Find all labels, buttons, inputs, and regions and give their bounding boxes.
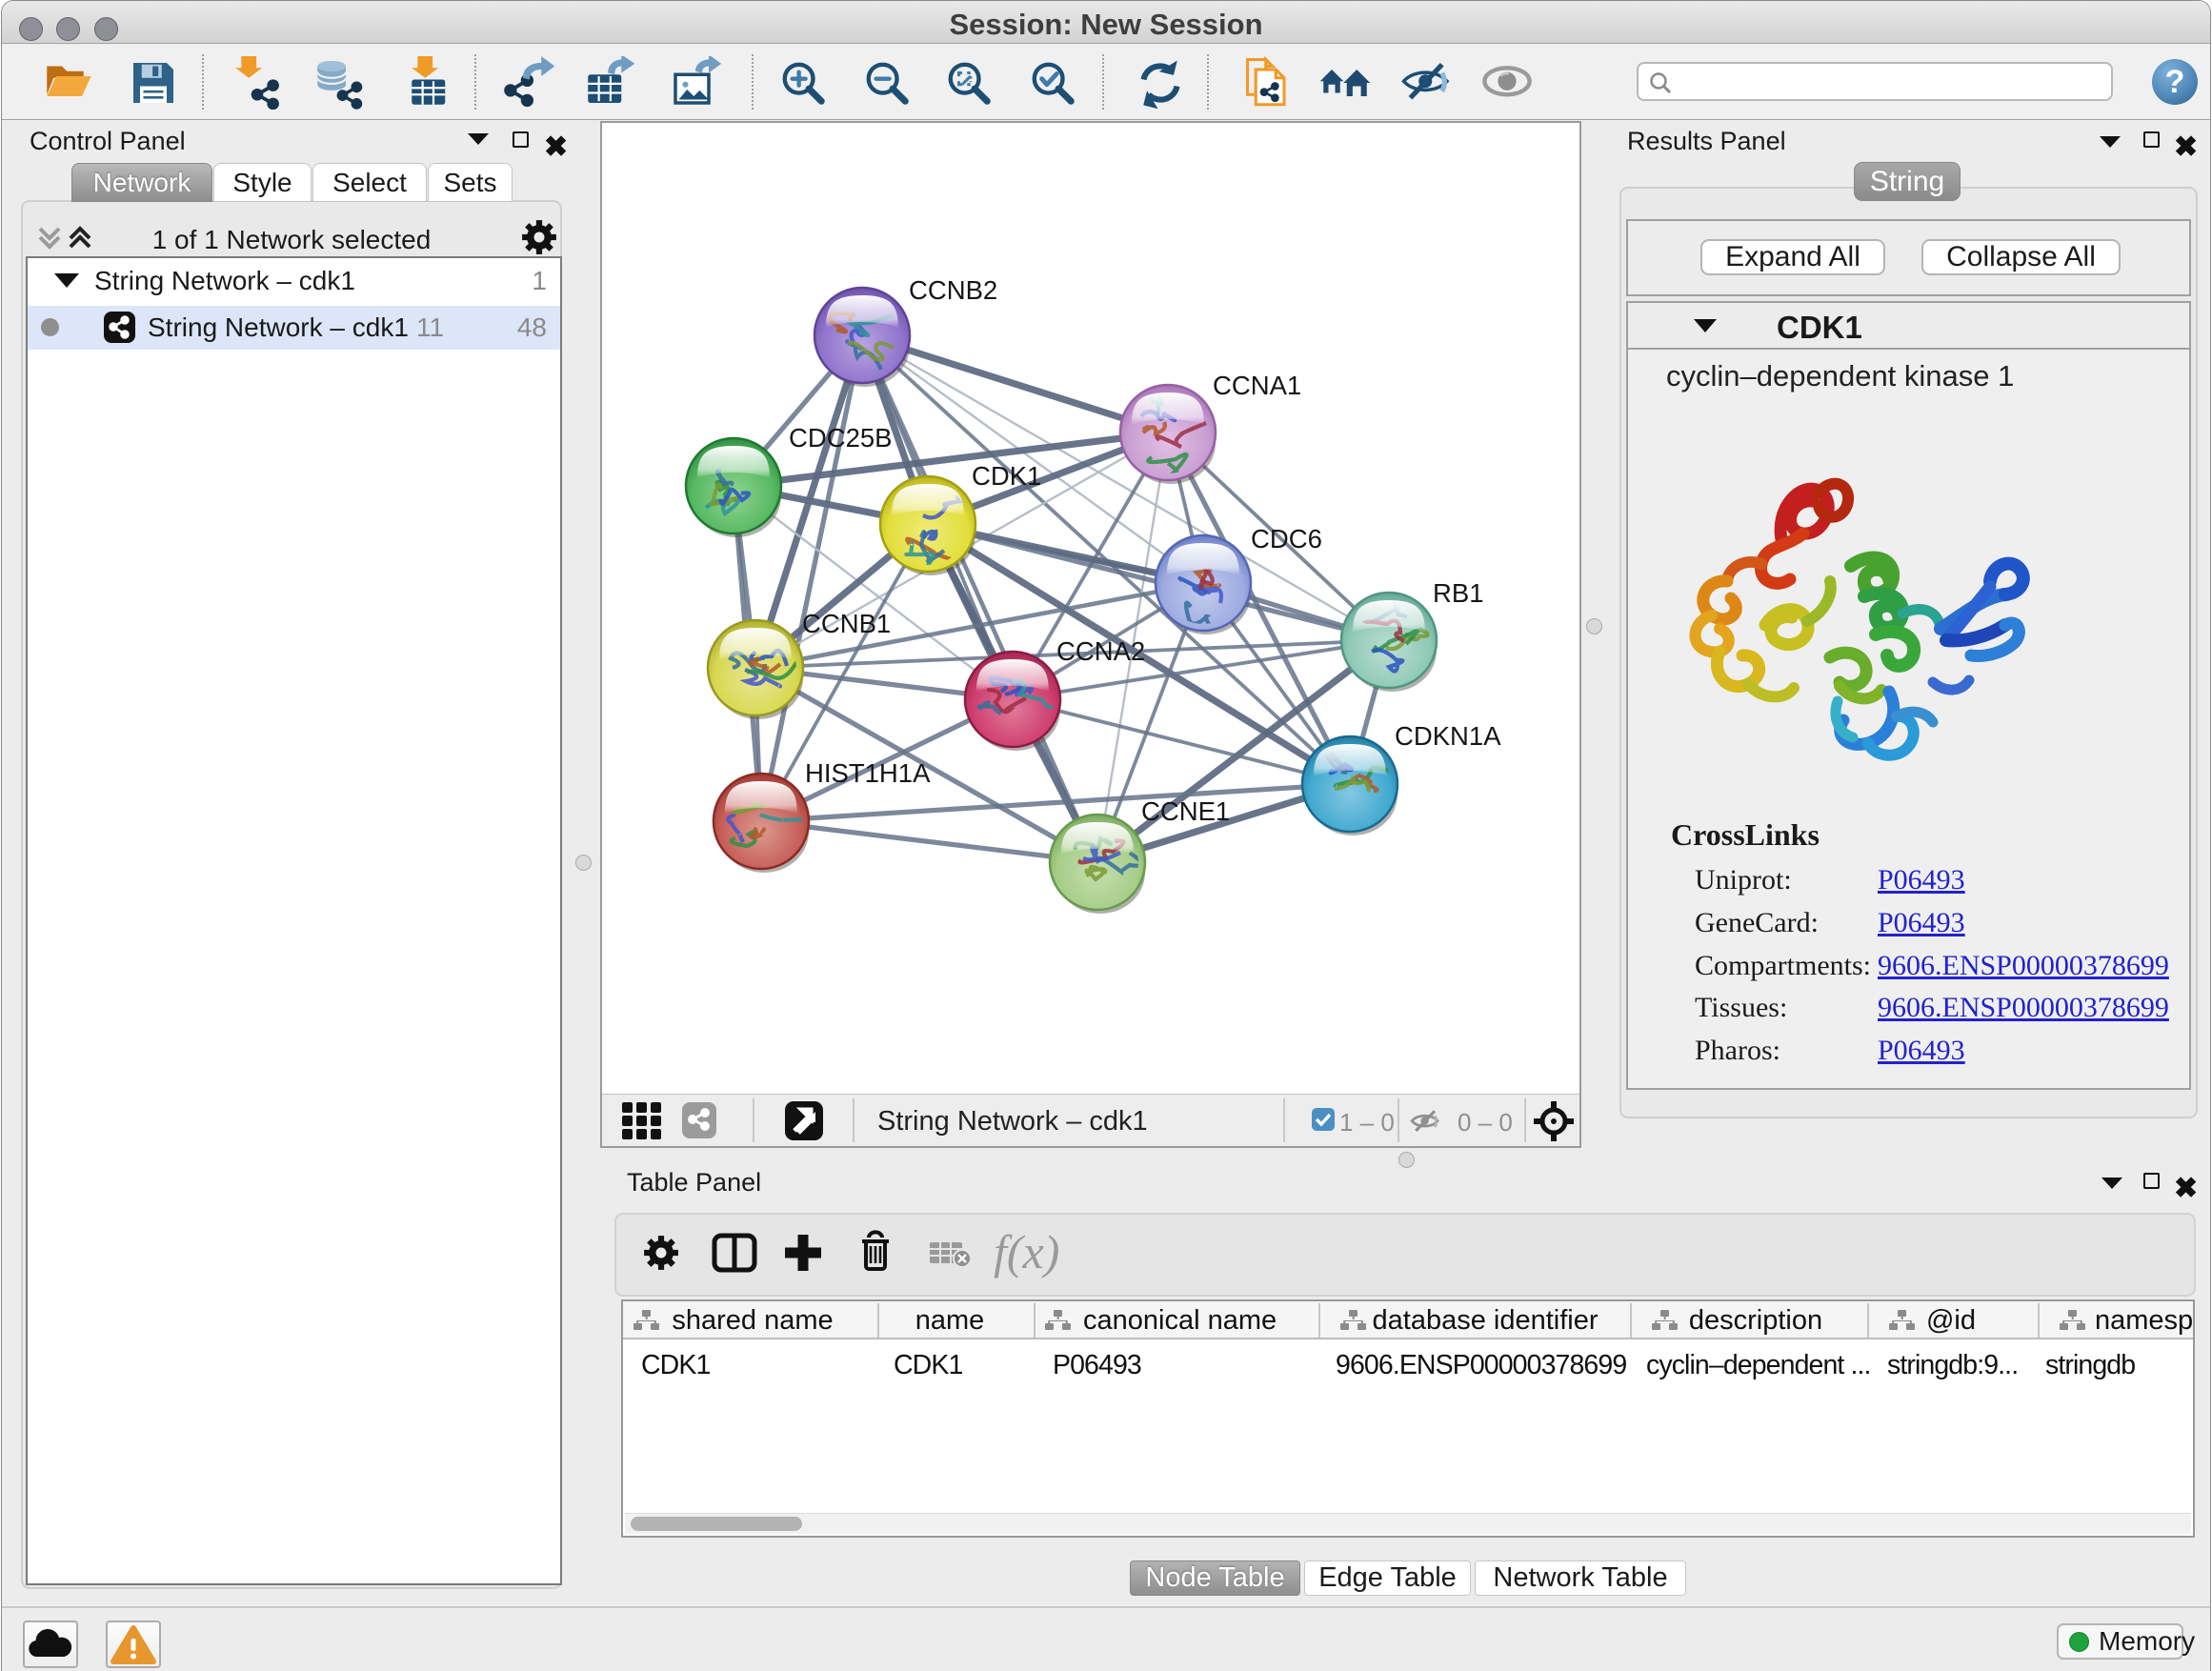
svg-text:CCNA1: CCNA1 [1213,371,1301,400]
svg-text:CCNA2: CCNA2 [1056,636,1145,666]
svg-text:CDC25B: CDC25B [789,423,893,453]
svg-text:CDC6: CDC6 [1251,524,1322,554]
svg-text:CCNE1: CCNE1 [1141,796,1230,826]
svg-text:CDKN1A: CDKN1A [1395,721,1501,751]
svg-text:CCNB1: CCNB1 [802,609,891,638]
svg-text:CCNB2: CCNB2 [909,275,997,305]
svg-text:RB1: RB1 [1433,578,1484,608]
svg-text:HIST1H1A: HIST1H1A [805,758,931,788]
svg-text:CDK1: CDK1 [972,461,1041,491]
